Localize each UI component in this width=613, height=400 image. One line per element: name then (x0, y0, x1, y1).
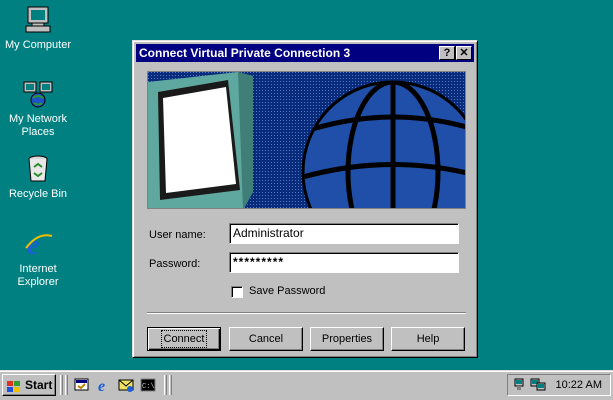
network-connection-icon[interactable] (514, 377, 530, 393)
username-label: User name: (149, 229, 206, 241)
windows-logo-icon (7, 379, 21, 392)
desktop-icon-internet-explorer[interactable]: e Internet Explorer (0, 228, 76, 289)
show-desktop-icon[interactable] (74, 377, 90, 393)
desktop-icon-label: Recycle Bin (8, 188, 68, 200)
help-button[interactable]: Help (391, 327, 465, 351)
start-label: Start (25, 378, 53, 392)
vpn-connect-dialog: Connect Virtual Private Connection 3 ? ✕ (132, 40, 478, 358)
dialog-titlebar[interactable]: Connect Virtual Private Connection 3 ? ✕ (136, 44, 474, 62)
close-button[interactable]: ✕ (456, 46, 472, 60)
desktop-icon-my-computer[interactable]: My Computer (0, 4, 76, 52)
taskbar-grip[interactable] (65, 375, 68, 395)
taskbar-grip[interactable] (169, 375, 172, 395)
taskbar: Start e C:\ 10:22 AM (0, 370, 613, 400)
desktop-icon-label: My Network Places (8, 113, 68, 138)
internet-explorer-icon: e (22, 228, 54, 261)
dialog-title: Connect Virtual Private Connection 3 (139, 46, 351, 60)
system-tray: 10:22 AM (507, 374, 611, 396)
taskbar-grip[interactable] (60, 375, 63, 395)
connection-banner-image (147, 71, 466, 209)
password-label: Password: (149, 258, 201, 270)
save-password-label[interactable]: Save Password (249, 285, 325, 297)
recycle-bin-icon (22, 153, 54, 185)
dialog-separator (147, 312, 466, 314)
help-title-button[interactable]: ? (439, 46, 455, 60)
start-button[interactable]: Start (2, 374, 56, 396)
desktop-icon-label: Internet Explorer (17, 263, 59, 288)
svg-text:C:\: C:\ (142, 383, 155, 391)
save-password-checkbox[interactable] (231, 286, 243, 298)
desktop-icon-recycle-bin[interactable]: Recycle Bin (0, 153, 76, 201)
password-input[interactable]: ********* (229, 252, 459, 273)
command-prompt-icon[interactable]: C:\ (140, 377, 156, 393)
my-computer-icon (22, 4, 54, 36)
connect-button[interactable]: Connect (147, 327, 221, 351)
vpn-connection-icon[interactable] (530, 377, 546, 393)
username-input[interactable]: Administrator (229, 223, 459, 244)
taskbar-grip[interactable] (164, 375, 167, 395)
network-places-icon (22, 78, 54, 110)
cancel-button[interactable]: Cancel (229, 327, 303, 351)
desktop-icon-my-network-places[interactable]: My Network Places (0, 78, 76, 139)
clock[interactable]: 10:22 AM (556, 375, 602, 395)
internet-explorer-quicklaunch-icon[interactable]: e (96, 377, 112, 395)
desktop-icon-label: My Computer (4, 39, 72, 51)
svg-text:e: e (98, 378, 105, 393)
outlook-express-icon[interactable] (118, 377, 134, 393)
properties-button[interactable]: Properties (310, 327, 384, 351)
